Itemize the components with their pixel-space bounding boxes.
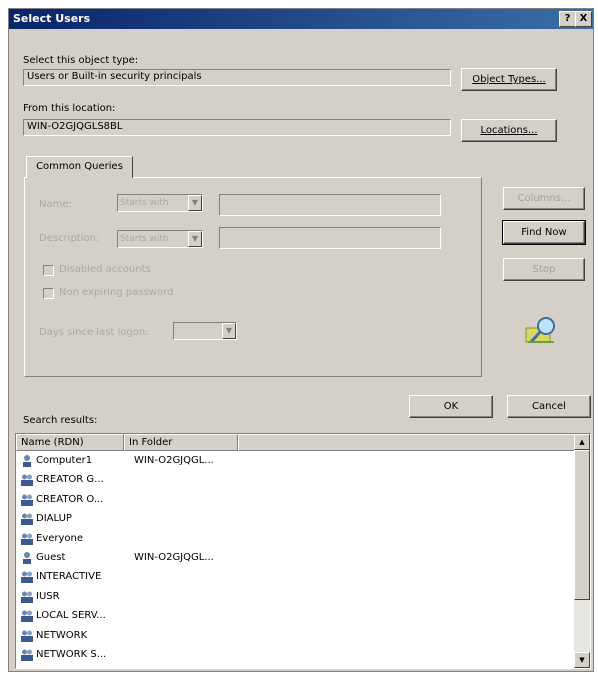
description-operator-select[interactable]: Starts with ▼: [117, 230, 203, 248]
group-icon: [21, 494, 33, 506]
help-button[interactable]: ?: [559, 11, 576, 27]
object-type-label: Select this object type:: [23, 55, 139, 66]
object-type-field: Users or Built-in security principals: [23, 69, 451, 86]
group-icon: [21, 513, 33, 526]
list-item[interactable]: Guest WIN-O2GJQGL...: [16, 549, 572, 568]
group-icon: [21, 610, 33, 623]
name-query-input[interactable]: [219, 194, 441, 216]
days-since-logon-select[interactable]: ▼: [173, 322, 237, 340]
row-name: LOCAL SERV...: [36, 610, 106, 622]
row-name: DIALUP: [36, 513, 72, 525]
user-icon: [23, 455, 31, 467]
location-field: WIN-O2GJQGLS8BL: [23, 119, 451, 136]
location-label: From this location:: [23, 103, 116, 114]
group-icon: [21, 649, 33, 661]
search-results-list[interactable]: Name (RDN) In Folder Computer1 WIN-O2GJQG…: [15, 433, 591, 669]
column-header-spacer: [238, 434, 576, 451]
row-folder: WIN-O2GJQGL...: [134, 551, 214, 563]
object-types-button[interactable]: Object Types...: [461, 68, 557, 91]
description-operator-value: Starts with: [120, 234, 169, 244]
list-item[interactable]: LOCAL SERV...: [16, 607, 572, 626]
locations-label: Locations...: [480, 125, 538, 136]
row-name: Computer1: [36, 455, 93, 466]
list-item[interactable]: CREATOR G...: [16, 471, 572, 490]
row-name: IUSR: [36, 590, 60, 602]
name-query-label: Name:: [39, 199, 72, 210]
row-name: CREATOR O...: [36, 493, 104, 505]
group-icon: [21, 591, 33, 603]
list-item[interactable]: Computer1 WIN-O2GJQGL...: [16, 452, 572, 471]
disabled-accounts-checkbox[interactable]: [43, 265, 54, 276]
list-item[interactable]: NETWORK: [16, 627, 572, 646]
disabled-accounts-label: Disabled accounts: [59, 264, 151, 275]
list-item[interactable]: IUSR: [16, 588, 572, 607]
close-button[interactable]: X: [575, 11, 592, 27]
description-query-label: Description:: [39, 233, 100, 244]
days-since-logon-label: Days since last logon:: [39, 327, 149, 338]
list-item[interactable]: NETWORK S...: [16, 646, 572, 665]
title-bar[interactable]: Select Users ? X: [9, 9, 593, 29]
find-now-button[interactable]: Find Now: [502, 220, 586, 245]
ok-button[interactable]: OK: [409, 395, 493, 418]
row-name: NETWORK: [36, 629, 88, 641]
scroll-up-icon[interactable]: ▲: [574, 434, 590, 450]
list-item[interactable]: INTERACTIVE: [16, 568, 572, 587]
stop-button[interactable]: Stop: [503, 258, 585, 281]
tab-common-queries[interactable]: Common Queries: [26, 156, 133, 178]
row-name: INTERACTIVE: [36, 571, 102, 583]
group-icon: [21, 571, 33, 584]
group-icon: [21, 630, 33, 642]
name-operator-select[interactable]: Starts with ▼: [117, 194, 203, 212]
description-query-input[interactable]: [219, 227, 441, 249]
row-name: CREATOR G...: [36, 474, 104, 486]
results-rows: Computer1 WIN-O2GJQGL... CREATOR G... CREAT…: [16, 452, 572, 665]
vertical-scrollbar[interactable]: ▲ ▼: [574, 434, 590, 668]
list-item[interactable]: CREATOR O...: [16, 491, 572, 510]
user-icon: [23, 551, 31, 564]
search-results-label: Search results:: [23, 415, 98, 426]
chevron-down-icon: ▼: [188, 231, 202, 247]
find-now-label: Find Now: [521, 227, 567, 238]
row-name: Everyone: [36, 532, 84, 544]
scroll-thumb[interactable]: [574, 450, 590, 600]
columns-button[interactable]: Columns...: [503, 187, 585, 210]
search-icon: [525, 317, 555, 344]
chevron-down-icon: ▼: [222, 323, 236, 339]
non-expiring-label: Non expiring password: [59, 287, 174, 298]
name-operator-value: Starts with: [120, 198, 169, 208]
chevron-down-icon: ▼: [188, 195, 202, 211]
row-name: Guest: [36, 551, 66, 563]
scroll-down-icon[interactable]: ▼: [574, 652, 590, 668]
list-item[interactable]: Everyone: [16, 530, 572, 549]
group-icon: [21, 474, 33, 487]
select-users-dialog: Select Users ? X Select this object type…: [8, 8, 594, 672]
dialog-title: Select Users: [13, 12, 91, 25]
column-header-folder[interactable]: In Folder: [124, 434, 238, 451]
group-icon: [21, 533, 33, 545]
cancel-button[interactable]: Cancel: [507, 395, 591, 418]
row-folder: WIN-O2GJQGL...: [134, 455, 214, 466]
locations-button[interactable]: Locations...: [461, 119, 557, 142]
list-item[interactable]: DIALUP: [16, 510, 572, 529]
object-types-label: Object Types...: [472, 74, 546, 85]
row-name: NETWORK S...: [36, 648, 107, 660]
non-expiring-checkbox[interactable]: [43, 288, 54, 299]
column-header-name[interactable]: Name (RDN): [16, 434, 124, 451]
